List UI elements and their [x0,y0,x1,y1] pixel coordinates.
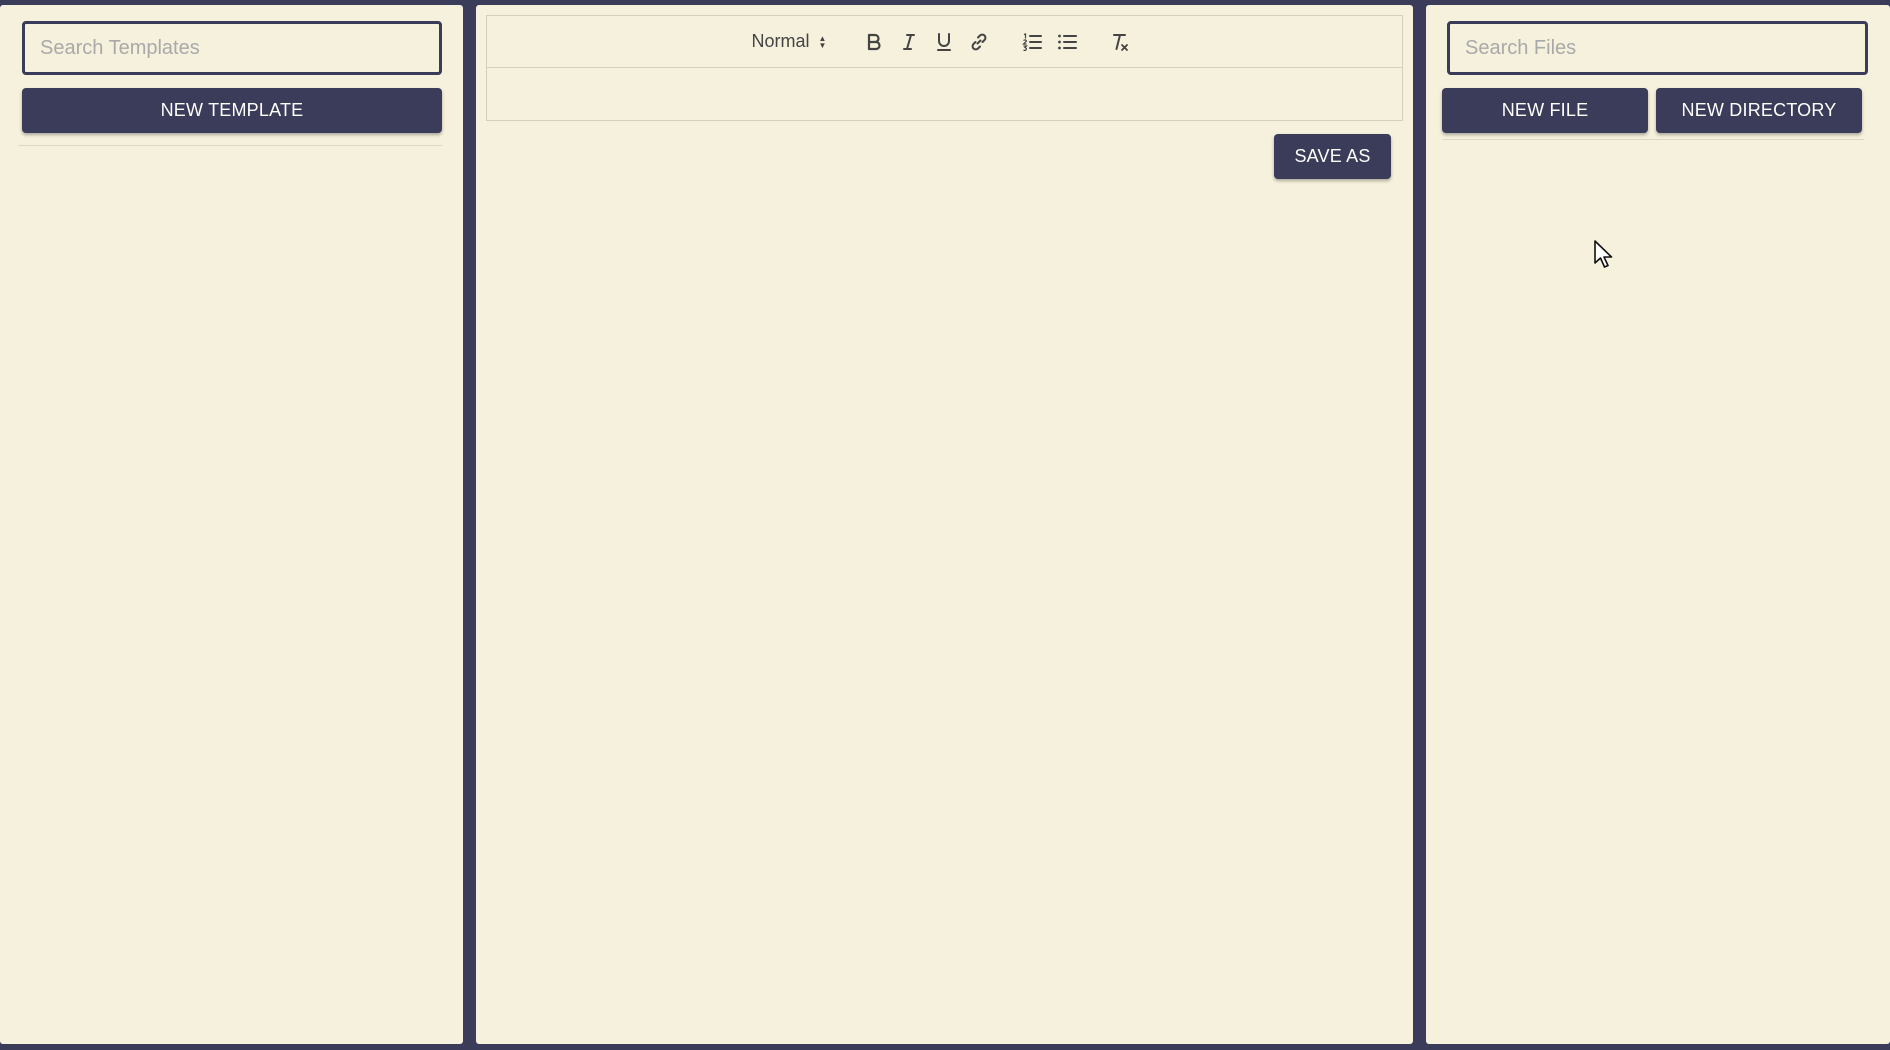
link-icon [971,33,987,50]
link-button[interactable] [961,27,996,57]
search-templates-input[interactable] [22,21,442,75]
rich-text-editor: Normal ▲ ▼ [486,15,1403,121]
search-files-input[interactable] [1447,21,1868,75]
files-divider [1442,139,1864,140]
clear-formatting-icon [1112,33,1128,51]
header-format-value: Normal [751,31,810,51]
underline-button[interactable] [926,27,961,57]
bullet-list-icon [1058,34,1077,49]
editor-toolbar: Normal ▲ ▼ [487,16,1402,68]
templates-divider [18,145,442,146]
bullet-list-button[interactable] [1049,27,1084,57]
bold-icon [867,33,881,50]
new-directory-button[interactable]: NEW DIRECTORY [1656,88,1862,133]
editor-panel: Normal ▲ ▼ SAVE AS [476,5,1413,1044]
select-arrows-icon: ▲ ▼ [818,33,827,50]
ordered-list-icon [1022,32,1042,51]
italic-icon [902,33,915,50]
underline-icon [936,32,951,51]
new-template-button[interactable]: NEW TEMPLATE [22,88,442,133]
files-panel: NEW FILE NEW DIRECTORY [1426,5,1890,1044]
ordered-list-button[interactable] [1014,27,1049,57]
header-format-select[interactable]: Normal ▲ ▼ [752,31,827,52]
mouse-pointer-icon [1594,240,1613,268]
clear-formatting-button[interactable] [1102,27,1137,57]
save-as-button[interactable]: SAVE AS [1274,134,1391,179]
app-window: NEW TEMPLATE Normal ▲▼ [0,0,1890,1050]
templates-panel: NEW TEMPLATE [0,5,463,1044]
italic-button[interactable] [891,27,926,57]
editor-content-area[interactable] [487,68,1402,120]
bold-button[interactable] [856,27,891,57]
new-file-button[interactable]: NEW FILE [1442,88,1648,133]
